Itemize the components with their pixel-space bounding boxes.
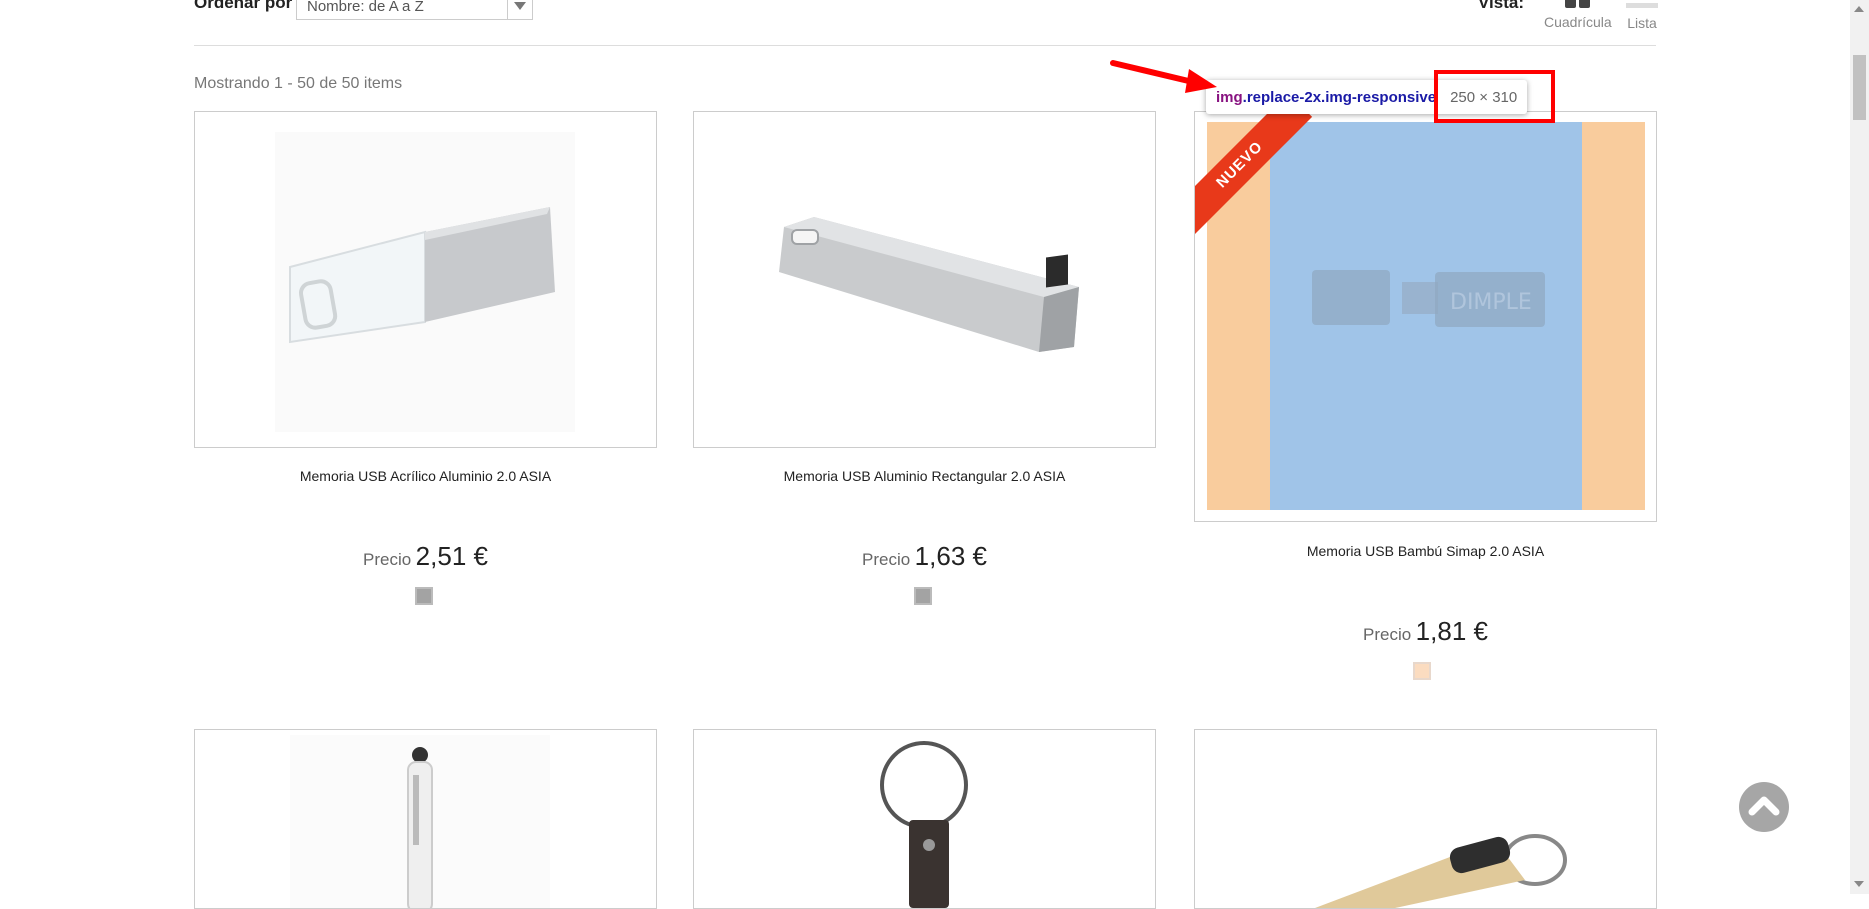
product-card[interactable]	[194, 729, 657, 909]
price-label: Precio	[862, 550, 911, 569]
product-price: Precio 2,51 €	[194, 541, 657, 572]
price-amount: 1,63 €	[914, 541, 987, 571]
product-card[interactable]: DIMPLE NUEVO Memoria USB Bambú Simap 2.0…	[1194, 111, 1657, 711]
color-swatch[interactable]	[914, 587, 932, 605]
price-label: Precio	[363, 550, 412, 569]
chevron-up-icon	[1748, 796, 1780, 816]
scrollbar[interactable]	[1850, 0, 1869, 894]
annotation-arrow-icon	[1110, 60, 1217, 93]
keyring-image	[880, 741, 968, 908]
wood-keyring-image	[1315, 834, 1567, 908]
results-count: Mostrando 1 - 50 de 50 items	[194, 75, 403, 92]
product-image[interactable]	[693, 111, 1156, 448]
scroll-down-arrow-icon[interactable]	[1854, 881, 1864, 887]
product-price: Precio 1,81 €	[1194, 616, 1657, 647]
color-swatch[interactable]	[415, 587, 433, 605]
scrollbar-thumb[interactable]	[1853, 55, 1866, 120]
color-swatch[interactable]	[1413, 662, 1431, 680]
view-list-label: Lista	[1627, 15, 1657, 31]
scroll-up-arrow-icon[interactable]	[1854, 6, 1864, 12]
scroll-to-top-button[interactable]	[1739, 782, 1789, 832]
product-image[interactable]	[194, 729, 657, 909]
product-card[interactable]	[693, 729, 1156, 909]
view-list-button[interactable]: Lista	[1626, 0, 1658, 31]
svg-text:DIMPLE: DIMPLE	[1450, 290, 1532, 315]
annotation-red-box	[1434, 70, 1555, 123]
pen-image	[290, 735, 550, 908]
toolbar: Ordenar por Nombre: de A a Z Vista: Cuad…	[194, 0, 1658, 46]
product-card[interactable]: Memoria USB Acrílico Aluminio 2.0 ASIA P…	[194, 111, 657, 631]
product-image[interactable]: DIMPLE NUEVO	[1194, 111, 1657, 522]
product-image[interactable]	[194, 111, 657, 448]
view-label: Vista:	[1478, 0, 1524, 12]
product-price: Precio 1,63 €	[693, 541, 1156, 572]
price-amount: 1,81 €	[1415, 616, 1488, 646]
sort-label: Ordenar por	[194, 0, 293, 12]
grid-icon	[1565, 0, 1591, 10]
list-icon	[1626, 0, 1658, 11]
view-grid-label: Cuadrícula	[1544, 14, 1612, 30]
product-name[interactable]: Memoria USB Bambú Simap 2.0 ASIA	[1194, 543, 1657, 559]
devtools-content-overlay: DIMPLE	[1270, 122, 1582, 510]
product-image[interactable]	[1194, 729, 1657, 909]
product-name[interactable]: Memoria USB Acrílico Aluminio 2.0 ASIA	[194, 468, 657, 484]
price-label: Precio	[1363, 625, 1412, 644]
product-card[interactable]: Memoria USB Aluminio Rectangular 2.0 ASI…	[693, 111, 1156, 631]
usb-aluminium-image	[779, 217, 1079, 352]
sort-select[interactable]: Nombre: de A a Z	[296, 0, 533, 20]
product-image[interactable]	[693, 729, 1156, 909]
sort-select-value: Nombre: de A a Z	[307, 0, 424, 15]
tooltip-classes: .replace-2x.img-responsive	[1242, 88, 1437, 106]
price-amount: 2,51 €	[415, 541, 488, 571]
view-grid-button[interactable]: Cuadrícula	[1544, 0, 1612, 30]
usb-bamboo-image: DIMPLE	[1312, 270, 1545, 327]
chevron-down-icon[interactable]	[507, 0, 532, 19]
product-card[interactable]	[1194, 729, 1657, 909]
usb-acrylic-image	[275, 132, 575, 432]
product-name[interactable]: Memoria USB Aluminio Rectangular 2.0 ASI…	[693, 468, 1156, 484]
